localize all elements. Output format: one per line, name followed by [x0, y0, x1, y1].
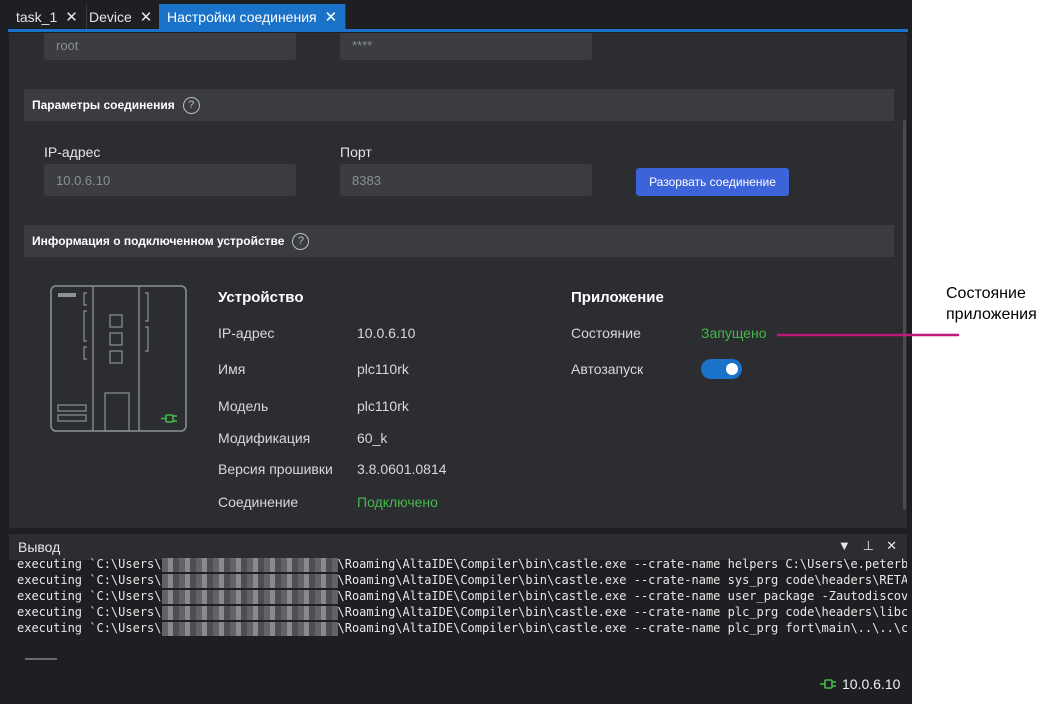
- tab-task-1[interactable]: task_1 ✕: [8, 4, 87, 30]
- app-state-key: Состояние: [571, 325, 641, 341]
- device-modification-value: 60_k: [357, 430, 388, 446]
- autostart-key: Автозапуск: [571, 361, 644, 377]
- tab-device[interactable]: Device ✕: [81, 4, 162, 30]
- port-label: Порт: [340, 144, 372, 160]
- redacted-path: [161, 573, 338, 588]
- device-name-value: plc110rk: [357, 361, 409, 377]
- pin-icon[interactable]: ⊥: [863, 538, 874, 554]
- log-line: executing `C:\Users\ \Roaming\AltaIDE\Com…: [17, 557, 907, 572]
- close-icon[interactable]: ✕: [65, 10, 78, 25]
- close-icon[interactable]: ✕: [886, 538, 897, 554]
- section-header-device-info: Информация о подключенном устройстве ?: [24, 225, 894, 257]
- help-icon[interactable]: ?: [292, 232, 310, 250]
- redacted-path: [161, 621, 338, 636]
- connection-settings-panel: root **** Параметры соединения ? IP-адре…: [9, 33, 907, 528]
- device-model-key: Модель: [218, 398, 269, 414]
- section-header-connection: Параметры соединения ?: [24, 89, 894, 121]
- plc-device-illustration: [50, 285, 187, 432]
- output-log: executing `C:\Users\ \Roaming\AltaIDE\Com…: [17, 556, 907, 656]
- close-icon[interactable]: ✕: [140, 10, 153, 25]
- help-icon[interactable]: ?: [182, 96, 200, 114]
- app-state-value: Запущено: [701, 325, 767, 341]
- redacted-path: [161, 605, 338, 620]
- section-title: Информация о подключенном устройстве: [32, 234, 285, 248]
- redacted-path: [161, 589, 338, 604]
- autostart-toggle[interactable]: [701, 359, 742, 379]
- device-connection-status: Подключено: [357, 494, 438, 510]
- device-connection-key: Соединение: [218, 494, 299, 510]
- password-value: ****: [352, 38, 373, 53]
- log-line: executing `C:\Users\ \Roaming\AltaIDE\Com…: [17, 589, 907, 604]
- ide-window: task_1 ✕ Device ✕ Настройки соединения ✕…: [0, 0, 912, 704]
- panel-scrollbar[interactable]: [903, 120, 906, 510]
- device-modification-key: Модификация: [218, 430, 311, 446]
- log-line: executing `C:\Users\ \Roaming\AltaIDE\Com…: [17, 605, 907, 620]
- annotation-label: Состояние приложения: [946, 285, 1037, 323]
- ip-address-value: 10.0.6.10: [56, 172, 111, 188]
- ip-label: IP-адрес: [44, 144, 101, 160]
- device-model-value: plc110rk: [357, 398, 409, 414]
- tab-label: Device: [89, 9, 132, 25]
- section-title: Параметры соединения: [32, 98, 175, 112]
- device-ip-key: IP-адрес: [218, 325, 275, 341]
- log-line: executing `C:\Users\ \Roaming\AltaIDE\Com…: [17, 621, 907, 636]
- password-field[interactable]: ****: [340, 33, 592, 60]
- device-ip-value: 10.0.6.10: [357, 325, 416, 341]
- redacted-path: [161, 557, 338, 572]
- username-value: root: [56, 38, 79, 53]
- port-value: 8383: [352, 172, 381, 188]
- status-ip: 10.0.6.10: [842, 676, 901, 692]
- tab-label: Настройки соединения: [167, 9, 317, 25]
- tab-connection-settings[interactable]: Настройки соединения ✕: [159, 4, 347, 30]
- tab-label: task_1: [16, 9, 58, 25]
- disconnect-button[interactable]: Разорвать соединение: [636, 168, 789, 196]
- tab-bar: task_1 ✕ Device ✕ Настройки соединения ✕: [0, 0, 912, 33]
- active-tab-underline: [8, 29, 908, 32]
- device-name-key: Имя: [218, 361, 246, 377]
- output-title: Вывод: [18, 539, 61, 555]
- close-icon[interactable]: ✕: [325, 10, 338, 25]
- application-heading: Приложение: [571, 289, 664, 306]
- username-field[interactable]: root: [44, 33, 296, 60]
- plug-icon: [820, 679, 836, 689]
- port-field[interactable]: 8383: [340, 164, 592, 196]
- dropdown-icon[interactable]: ▼: [838, 538, 851, 554]
- status-bar-connection[interactable]: 10.0.6.10: [820, 676, 900, 692]
- device-firmware-value: 3.8.0601.0814: [357, 461, 447, 477]
- output-horizontal-scrollbar[interactable]: [25, 658, 57, 660]
- device-firmware-key: Версия прошивки: [218, 461, 333, 477]
- output-panel: Вывод ▼ ⊥ ✕ executing `C:\Users\ \Roaming…: [9, 534, 907, 662]
- toggle-knob: [726, 363, 738, 375]
- log-line: executing `C:\Users\ \Roaming\AltaIDE\Com…: [17, 573, 907, 588]
- device-heading: Устройство: [218, 289, 304, 306]
- ip-address-field[interactable]: 10.0.6.10: [44, 164, 296, 196]
